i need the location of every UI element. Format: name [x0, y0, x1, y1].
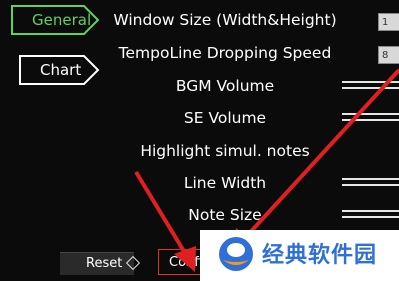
setting-label: Window Size (Width&Height): [113, 11, 337, 29]
setting-label: SE Volume: [183, 109, 267, 127]
slider-track: [342, 87, 399, 89]
bgm-volume-slider[interactable]: [342, 81, 399, 91]
setting-window-size: Window Size (Width&Height) 1: [110, 5, 399, 35]
tab-general[interactable]: General: [11, 5, 100, 35]
slider-track: [342, 184, 399, 186]
setting-highlight-simul-notes[interactable]: Highlight simul. notes: [110, 136, 399, 166]
slider-track: [342, 178, 399, 180]
slider-track: [342, 216, 399, 218]
confirm-label: Confi: [169, 255, 203, 270]
reset-label: Reset: [86, 256, 123, 271]
setting-label: TempoLine Dropping Speed: [118, 44, 332, 62]
setting-line-width: Line Width: [110, 168, 399, 198]
line-width-slider[interactable]: [342, 178, 399, 188]
slider-track: [342, 81, 399, 83]
tab-general-label: General: [32, 11, 92, 29]
setting-label: Line Width: [183, 174, 267, 192]
se-volume-slider[interactable]: [342, 113, 399, 123]
setting-se-volume: SE Volume: [110, 103, 399, 133]
note-size-slider[interactable]: [342, 210, 399, 220]
reset-button[interactable]: Reset: [60, 252, 134, 275]
tempoline-speed-input[interactable]: 8: [378, 46, 399, 64]
slider-track: [342, 119, 399, 121]
tab-chart[interactable]: Chart: [19, 55, 100, 85]
setting-bgm-volume: BGM Volume: [110, 71, 399, 101]
watermark: 经典软件园: [200, 230, 399, 281]
tab-chart-label: Chart: [40, 61, 82, 79]
watermark-logo-icon: [219, 237, 253, 271]
setting-tempoline-speed: TempoLine Dropping Speed 8: [110, 38, 399, 68]
setting-label: Highlight simul. notes: [140, 142, 310, 160]
slider-track: [342, 113, 399, 115]
setting-label: Note Size: [188, 206, 262, 224]
setting-label: BGM Volume: [175, 77, 275, 95]
window-size-input[interactable]: 1: [378, 13, 399, 31]
slider-track: [342, 210, 399, 212]
setting-note-size: Note Size: [110, 200, 399, 230]
watermark-text: 经典软件园: [262, 243, 378, 268]
